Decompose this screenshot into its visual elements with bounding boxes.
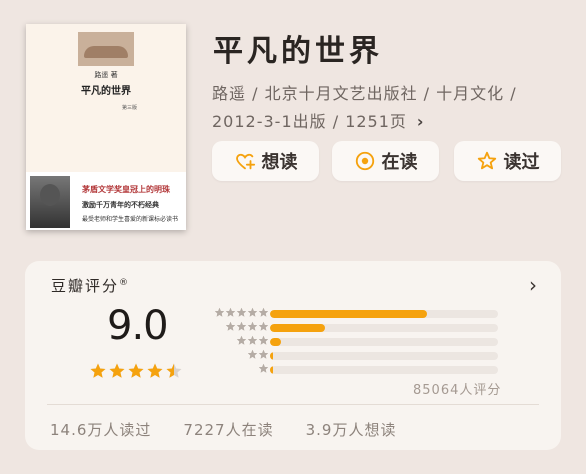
divider bbox=[47, 404, 539, 405]
small-star-icon bbox=[247, 307, 258, 317]
stat-read[interactable]: 14.6万人读过 bbox=[50, 419, 151, 440]
rating-bar-track bbox=[270, 352, 498, 360]
rating-bar-track bbox=[270, 366, 498, 374]
star-icon bbox=[166, 363, 182, 378]
small-star-icon bbox=[247, 349, 258, 359]
rating-bar-fill bbox=[270, 366, 273, 374]
reading-button[interactable]: 在读 bbox=[332, 141, 439, 181]
book-title: 平凡的世界 bbox=[213, 34, 383, 69]
author-photo bbox=[30, 176, 70, 228]
rating-bar-track bbox=[270, 338, 498, 346]
star-icon bbox=[109, 363, 125, 378]
rating-bar-track bbox=[270, 310, 498, 318]
want-to-read-button[interactable]: 想读 bbox=[212, 141, 319, 181]
target-icon bbox=[355, 151, 374, 171]
small-star-icon bbox=[258, 349, 269, 359]
rating-row-3-star bbox=[205, 335, 505, 349]
rating-bar-fill bbox=[270, 324, 325, 332]
cover-edition: 第三版 bbox=[122, 105, 138, 111]
book-meta-link[interactable]: 2012-3-1出版 / 1251页 › bbox=[212, 108, 425, 132]
small-star-icon bbox=[225, 307, 236, 317]
small-star-icon bbox=[247, 321, 258, 331]
rating-bar-fill bbox=[270, 352, 273, 360]
cover-title: 平凡的世界 bbox=[81, 86, 131, 97]
rating-distribution bbox=[205, 307, 505, 379]
rating-score: 9.0 bbox=[107, 303, 169, 349]
small-star-icon bbox=[225, 321, 236, 331]
rating-row-1-star bbox=[205, 363, 505, 377]
cover-tagline-2: 激励千万青年的不朽经典 bbox=[82, 201, 159, 209]
small-star-icon bbox=[236, 335, 247, 345]
cover-author: 路遥 著 bbox=[94, 71, 118, 79]
rating-count: 85064人评分 bbox=[413, 383, 502, 398]
rating-stars bbox=[89, 362, 183, 380]
stat-reading[interactable]: 7227人在读 bbox=[183, 419, 273, 440]
registered-mark: ® bbox=[119, 278, 131, 288]
cover-tagline-1: 茅盾文学奖皇冠上的明珠 bbox=[82, 185, 170, 194]
rating-card-title: 豆瓣评分® bbox=[51, 275, 130, 296]
rating-row-stars bbox=[236, 335, 269, 346]
have-read-label: 读过 bbox=[503, 152, 540, 173]
rating-bar-fill bbox=[270, 338, 282, 346]
rating-row-stars bbox=[214, 307, 269, 318]
small-star-icon bbox=[247, 335, 258, 345]
star-icon bbox=[90, 363, 106, 378]
rating-bar-track bbox=[270, 324, 498, 332]
rating-row-2-star bbox=[205, 349, 505, 363]
want-to-read-label: 想读 bbox=[261, 152, 298, 173]
small-star-icon bbox=[258, 363, 269, 373]
chevron-right-icon[interactable]: › bbox=[529, 273, 537, 297]
book-meta-date-pages: 2012-3-1出版 / 1251页 bbox=[212, 112, 407, 131]
reader-stats: 14.6万人读过 7227人在读 3.9万人想读 bbox=[50, 419, 396, 440]
star-outline-icon bbox=[477, 151, 496, 170]
small-star-icon bbox=[236, 307, 247, 317]
rating-row-stars bbox=[225, 321, 269, 332]
reading-label: 在读 bbox=[381, 152, 418, 173]
rating-row-stars bbox=[247, 349, 269, 360]
rating-card[interactable]: 豆瓣评分® › 9.0 85064人评分 14.6万人读过 7227人在读 3.… bbox=[25, 261, 561, 450]
cover-illustration bbox=[78, 32, 134, 66]
small-star-icon bbox=[258, 307, 269, 317]
cover-tagline-3: 最受老师和学生喜爱的新课标必读书 bbox=[82, 216, 179, 223]
rating-row-stars bbox=[258, 363, 269, 374]
book-meta-publisher: 路遥 / 北京十月文艺出版社 / 十月文化 / bbox=[212, 84, 517, 103]
have-read-button[interactable]: 读过 bbox=[454, 141, 561, 181]
small-star-icon bbox=[214, 307, 225, 317]
stat-want[interactable]: 3.9万人想读 bbox=[306, 419, 397, 440]
rating-bar-fill bbox=[270, 310, 428, 318]
small-star-icon bbox=[258, 321, 269, 331]
rating-row-5-star bbox=[205, 307, 505, 321]
book-cover[interactable]: 路遥 著 平凡的世界 第三版 茅盾文学奖皇冠上的明珠 激励千万青年的不朽经典 最… bbox=[26, 24, 186, 230]
small-star-icon bbox=[236, 321, 247, 331]
rating-label: 豆瓣评分 bbox=[51, 277, 120, 295]
small-star-icon bbox=[258, 335, 269, 345]
rating-row-4-star bbox=[205, 321, 505, 335]
heart-plus-icon bbox=[235, 153, 255, 170]
star-icon bbox=[128, 363, 144, 378]
chevron-right-icon: › bbox=[416, 112, 425, 131]
star-icon bbox=[147, 363, 163, 378]
